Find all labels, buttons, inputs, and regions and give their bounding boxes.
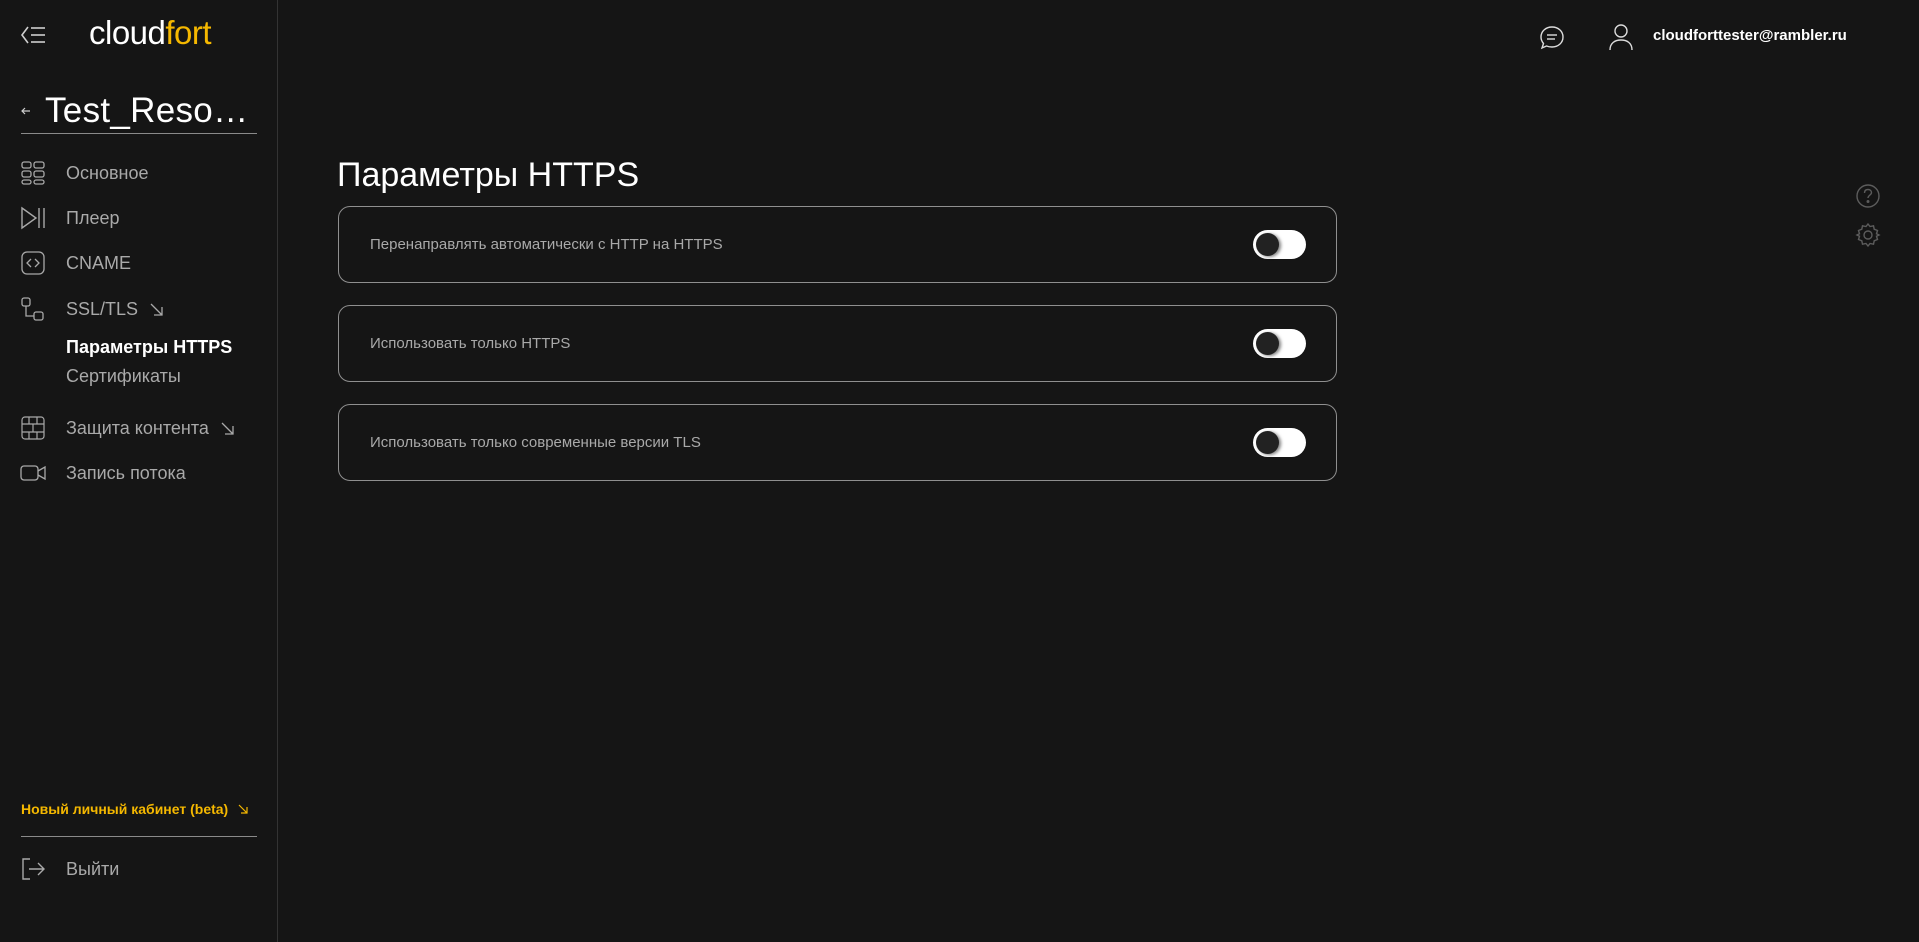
- sidebar-item-label: Плеер: [66, 207, 120, 228]
- logout-label: Выйти: [66, 858, 120, 879]
- sidebar-item-player[interactable]: Плеер: [20, 203, 119, 233]
- setting-card-https-only: Использовать только HTTPS: [338, 305, 1337, 382]
- video-camera-icon: [20, 460, 46, 486]
- divider: [21, 836, 257, 837]
- setting-card-http-redirect: Перенаправлять автоматически с HTTP на H…: [338, 206, 1337, 283]
- modern-tls-toggle[interactable]: [1253, 428, 1306, 457]
- logo-text-fort: fort: [165, 14, 212, 51]
- cloudfort-logo[interactable]: cloudfort: [89, 14, 212, 52]
- sidebar-item-label: CNAME: [66, 252, 132, 273]
- code-brackets-icon: [20, 250, 46, 276]
- gear-icon[interactable]: [1855, 222, 1881, 248]
- logout-icon: [20, 856, 46, 882]
- sidebar-subitem-https-params[interactable]: Параметры HTTPS: [66, 337, 232, 358]
- setting-label: Использовать только современные версии T…: [370, 434, 701, 451]
- toggle-knob: [1256, 431, 1279, 454]
- http-redirect-toggle[interactable]: [1253, 230, 1306, 259]
- chat-icon[interactable]: [1538, 24, 1566, 52]
- page-title: Параметры HTTPS: [337, 156, 640, 194]
- logout-button[interactable]: Выйти: [20, 856, 119, 882]
- play-pause-icon: [20, 205, 46, 231]
- collapse-sidebar-icon[interactable]: [20, 22, 46, 48]
- resource-selector: Test_Resource: [21, 88, 257, 134]
- sidebar-item-content-protection[interactable]: Защита контента: [20, 413, 234, 443]
- sidebar-item-cname[interactable]: CNAME: [20, 248, 131, 278]
- arrow-down-right-icon: [238, 804, 248, 814]
- sidebar-item-main[interactable]: Основное: [20, 158, 148, 188]
- help-icon[interactable]: [1855, 183, 1881, 209]
- sidebar-item-label: Основное: [66, 162, 149, 183]
- firewall-brick-icon: [20, 415, 46, 441]
- setting-label: Перенаправлять автоматически с HTTP на H…: [370, 236, 723, 253]
- sidebar-subitem-certificates[interactable]: Сертификаты: [66, 366, 181, 387]
- user-avatar-icon[interactable]: [1607, 22, 1635, 52]
- resource-name: Test_Resource: [45, 90, 255, 130]
- new-cabinet-beta-link[interactable]: Новый личный кабинет (beta): [21, 801, 248, 817]
- sidebar-item-label: SSL/TLS: [66, 298, 139, 319]
- sidebar: cloudfort Test_Resource Основное: [0, 0, 278, 942]
- back-arrow-icon[interactable]: [21, 103, 35, 118]
- nodes-link-icon: [20, 296, 46, 322]
- dashboard-grid-icon: [20, 160, 46, 186]
- https-only-toggle[interactable]: [1253, 329, 1306, 358]
- setting-card-modern-tls: Использовать только современные версии T…: [338, 404, 1337, 481]
- user-email[interactable]: cloudforttester@rambler.ru: [1653, 27, 1847, 44]
- expand-arrow-icon: [221, 422, 234, 435]
- setting-label: Использовать только HTTPS: [370, 335, 571, 352]
- sidebar-item-stream-recording[interactable]: Запись потока: [20, 458, 186, 488]
- sidebar-item-ssl-tls[interactable]: SSL/TLS: [20, 294, 163, 324]
- beta-link-label: Новый личный кабинет (beta): [21, 801, 229, 817]
- sidebar-item-label: Защита контента: [66, 417, 209, 438]
- toggle-knob: [1256, 332, 1279, 355]
- logo-text-cloud: cloud: [89, 14, 166, 51]
- expand-arrow-icon: [150, 303, 163, 316]
- sidebar-item-label: Запись потока: [66, 462, 186, 483]
- toggle-knob: [1256, 233, 1279, 256]
